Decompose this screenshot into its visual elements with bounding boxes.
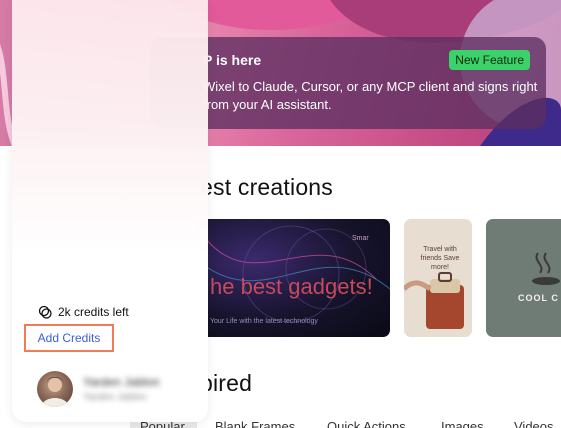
add-credits-button[interactable]: Add Credits [24, 324, 114, 352]
user-photo [41, 377, 69, 407]
tab-blank-frames[interactable]: Blank Frames [215, 419, 295, 428]
tab-videos[interactable]: Videos [514, 419, 554, 428]
steam-cup-icon [532, 252, 560, 285]
user-name: Yarden Jablon [83, 375, 160, 389]
template-card-cool[interactable]: COOL C [486, 219, 561, 337]
tab-quick-actions[interactable]: Quick Actions [327, 419, 406, 428]
mcp-description: Wixel to Claude, Cursor, or any MCP clie… [203, 79, 538, 112]
cool-headline: COOL C [518, 293, 559, 303]
credits-row: 2k credits left [38, 305, 129, 319]
new-feature-badge: New Feature [449, 50, 530, 70]
tab-images[interactable]: Images [441, 419, 484, 428]
gadgets-subline: Your Life with the latest technology [210, 318, 318, 325]
suitcase-icon [404, 272, 464, 329]
section-title-creations: est creations [200, 174, 333, 200]
template-card-travel[interactable]: Travel with friends Save more! [404, 219, 472, 337]
gadgets-headline: he best gadgets! [210, 274, 373, 299]
credits-icon [38, 305, 52, 319]
mcp-announcement-card[interactable]: P is here New Feature Wixel to Claude, C… [150, 37, 546, 129]
account-panel: 2k credits left Add Credits Yarden Jablo… [12, 0, 208, 422]
gadgets-small-text: Smar [352, 235, 369, 242]
user-email: Yarden Jablon [83, 392, 147, 403]
mcp-title: P is here [203, 52, 262, 68]
template-card-gadgets[interactable]: Smar he best gadgets! Your Life with the… [196, 219, 390, 337]
avatar[interactable] [37, 371, 73, 407]
credits-left-text: 2k credits left [58, 305, 129, 319]
